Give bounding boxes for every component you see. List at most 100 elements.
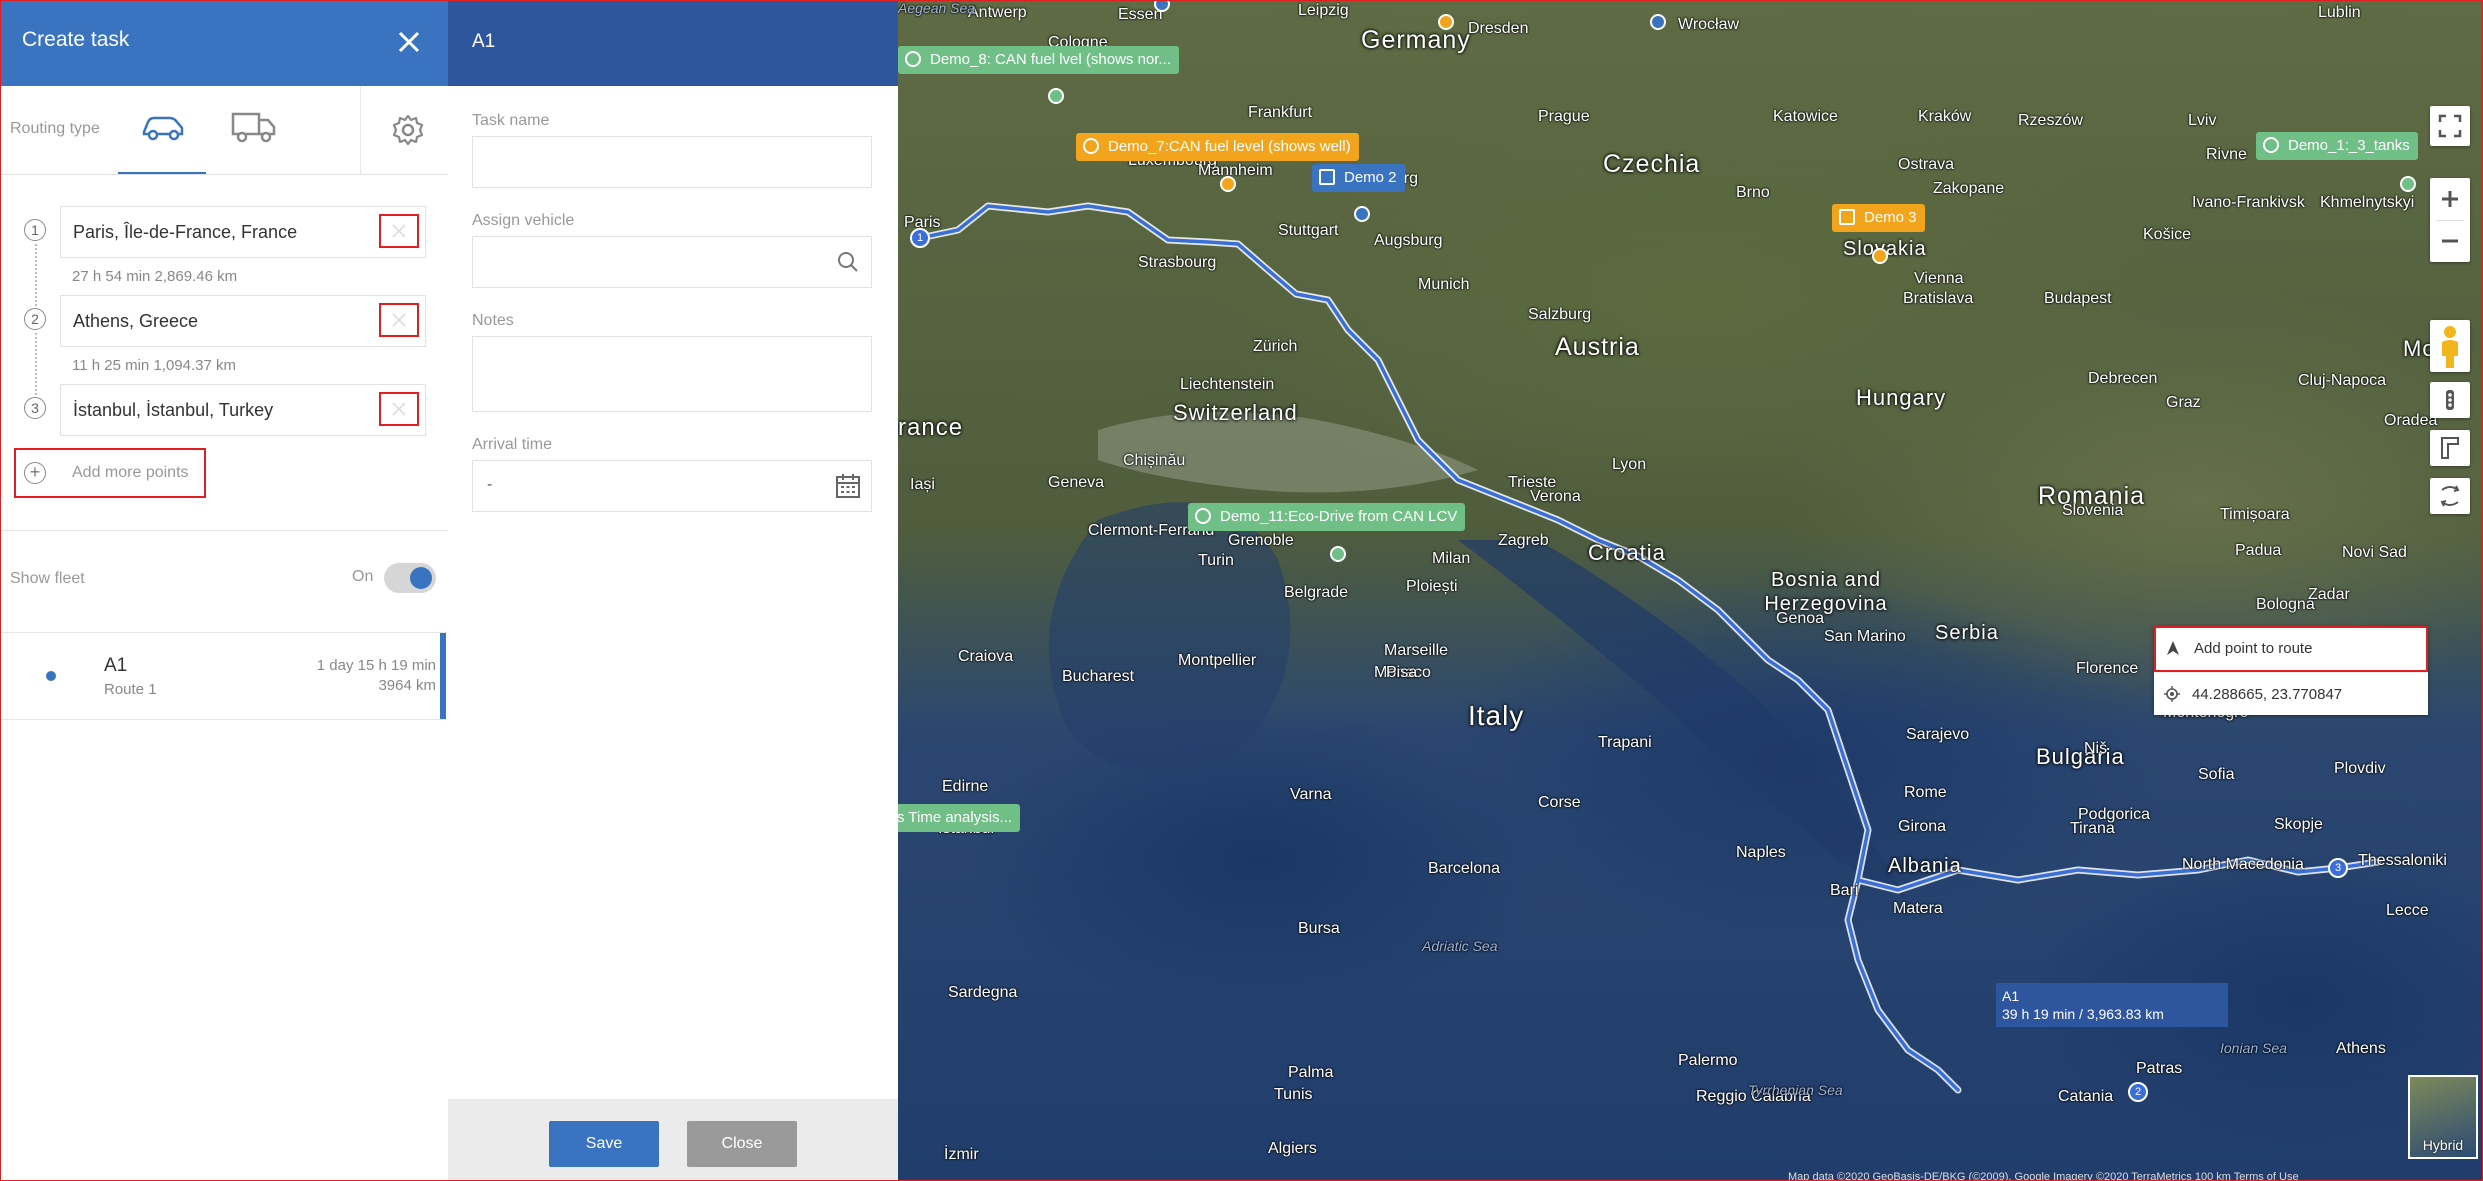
city-label: Antwerp	[968, 4, 1027, 21]
route-waypoint-2[interactable]: 2	[2128, 1082, 2148, 1102]
routing-truck-tab[interactable]	[210, 86, 298, 172]
refresh-map-button[interactable]	[2430, 478, 2470, 514]
route-point-field-2[interactable]: Athens, Greece	[60, 295, 426, 347]
city-label: Budapest	[2044, 290, 2112, 307]
city-label: Košice	[2143, 226, 2192, 243]
task-details-panel: A1 Task name Assign vehicle Notes Arriva…	[448, 0, 898, 1181]
map-view[interactable]: Germany Czechia Austria Switzerland Liec…	[898, 0, 2483, 1181]
city-label: Girona	[1898, 818, 1947, 835]
city-label: Florence	[2076, 660, 2139, 677]
fleet-vehicle-name: Demo_1:_3_tanks	[2288, 137, 2410, 154]
routing-type-bar: Routing type	[0, 86, 448, 175]
vehicle-marker[interactable]	[1650, 14, 1666, 30]
coordinates-item[interactable]: 44.288665, 23.770847	[2154, 672, 2428, 715]
vehicle-marker[interactable]	[1354, 206, 1370, 222]
city-label: Aegean Sea	[898, 0, 976, 16]
map-type-label: Hybrid	[2422, 1137, 2464, 1153]
ruler-tool-button[interactable]	[2430, 430, 2470, 466]
city-label: Barcelona	[1428, 860, 1501, 877]
close-icon	[392, 224, 406, 238]
routing-settings-button[interactable]	[372, 86, 446, 174]
remove-point-button[interactable]	[379, 214, 419, 248]
point-number-2: 2	[24, 308, 46, 330]
street-view-button[interactable]	[2430, 320, 2470, 372]
city-label: Athens	[2336, 1040, 2386, 1057]
city-label: Graz	[2166, 394, 2201, 411]
map-context-menu: Add point to route 44.288665, 23.770847	[2154, 626, 2428, 715]
point-number-1: 1	[24, 219, 46, 241]
route-summary-label[interactable]: A1 39 h 19 min / 3,963.83 km	[1996, 983, 2228, 1027]
city-label: Skopje	[2274, 816, 2323, 833]
city-label: Palma	[1288, 1064, 1334, 1081]
city-label: Frankfurt	[1248, 104, 1313, 121]
search-icon	[838, 252, 858, 272]
city-label: Catania	[2058, 1088, 2114, 1105]
fleet-vehicle-tag[interactable]: Demo 2	[1312, 164, 1405, 192]
vehicle-marker[interactable]	[1872, 248, 1888, 264]
city-label: Slovenia	[2062, 502, 2124, 519]
vehicle-marker[interactable]	[2400, 176, 2416, 192]
assign-vehicle-input[interactable]	[472, 236, 872, 288]
vehicle-marker[interactable]	[1330, 546, 1346, 562]
fleet-vehicle-tag[interactable]: rs Time analysis...	[898, 804, 1021, 832]
coordinates-label: 44.288665, 23.770847	[2192, 686, 2343, 703]
country-label: Bulgaria	[2036, 744, 2125, 769]
route-waypoint-3[interactable]: 3	[2328, 858, 2348, 878]
arrival-time-label: Arrival time	[472, 436, 553, 453]
city-label: Bari	[1830, 882, 1859, 899]
task-name-input[interactable]	[472, 136, 872, 188]
route-waypoint-1[interactable]: 1	[910, 228, 930, 248]
pegman-icon	[2442, 326, 2458, 368]
city-label: Khmelnytskyi	[2320, 194, 2415, 211]
fleet-vehicle-tag[interactable]: Demo 3	[1832, 204, 1925, 232]
city-label: Algiers	[1268, 1140, 1317, 1157]
arrival-time-value: -	[487, 476, 493, 493]
traffic-layer-button[interactable]	[2430, 382, 2470, 418]
routing-car-tab[interactable]	[118, 86, 206, 174]
zoom-in-button[interactable]	[2430, 178, 2470, 220]
add-more-points-button[interactable]: + Add more points	[14, 448, 206, 498]
create-task-header: Create task	[0, 0, 448, 86]
map-type-hybrid-button[interactable]: Hybrid	[2408, 1075, 2478, 1159]
city-label: Sarajevo	[1906, 726, 1970, 743]
remove-point-button[interactable]	[379, 303, 419, 337]
truck-icon	[1319, 169, 1335, 185]
close-panel-button[interactable]	[392, 20, 426, 64]
gear-icon	[905, 51, 921, 67]
save-button[interactable]: Save	[549, 1121, 659, 1167]
zoom-controls	[2430, 178, 2470, 262]
city-label: Zagreb	[1498, 532, 1549, 549]
route-point-field-1[interactable]: Paris, Île-de-France, France	[60, 206, 426, 258]
notes-input[interactable]	[472, 336, 872, 412]
city-label: Varna	[1290, 786, 1332, 803]
fullscreen-button[interactable]	[2430, 106, 2470, 146]
country-label: Albania	[1888, 855, 1962, 877]
fleet-vehicle-tag[interactable]: Demo_7:CAN fuel level (shows well)	[1076, 133, 1359, 161]
fleet-vehicle-tag[interactable]: Demo_1:_3_tanks	[2256, 132, 2418, 160]
close-button[interactable]: Close	[687, 1121, 797, 1167]
route-point-field-3[interactable]: İstanbul, İstanbul, Turkey	[60, 384, 426, 436]
city-label: Montpellier	[1178, 652, 1257, 669]
task-title: A1	[472, 31, 496, 52]
map-attribution: Map data ©2020 GeoBasis-DE/BKG (©2009), …	[1788, 1171, 2299, 1181]
city-label: Chișinău	[1123, 452, 1186, 469]
city-label: Belgrade	[1284, 584, 1349, 601]
add-point-to-route-item[interactable]: Add point to route	[2154, 626, 2428, 672]
close-icon	[398, 31, 420, 53]
plus-circle-icon: +	[24, 462, 46, 484]
zoom-out-button[interactable]	[2430, 220, 2470, 262]
arrival-time-input[interactable]: -	[472, 460, 872, 512]
fleet-vehicle-tag[interactable]: Demo_8: CAN fuel lvel (shows nor...	[898, 46, 1179, 74]
vehicle-marker[interactable]	[1048, 88, 1064, 104]
fleet-vehicle-tag[interactable]: Demo_11:Eco-Drive from CAN LCV	[1188, 503, 1466, 531]
route-list-item[interactable]: A1 Route 1 1 day 15 h 19 min 3964 km	[0, 632, 446, 720]
create-task-panel: Create task Routing type 1 2 3 Paris, Îl…	[0, 0, 449, 1181]
remove-point-button[interactable]	[379, 392, 419, 426]
city-label: Niš	[2084, 740, 2108, 757]
vehicle-marker[interactable]	[1220, 176, 1236, 192]
show-fleet-state: On	[352, 568, 374, 585]
show-fleet-toggle[interactable]	[384, 563, 436, 593]
city-label: North Macedonia	[2182, 856, 2304, 873]
vehicle-marker[interactable]	[1438, 14, 1454, 30]
city-label: Timișoara	[2220, 506, 2290, 523]
